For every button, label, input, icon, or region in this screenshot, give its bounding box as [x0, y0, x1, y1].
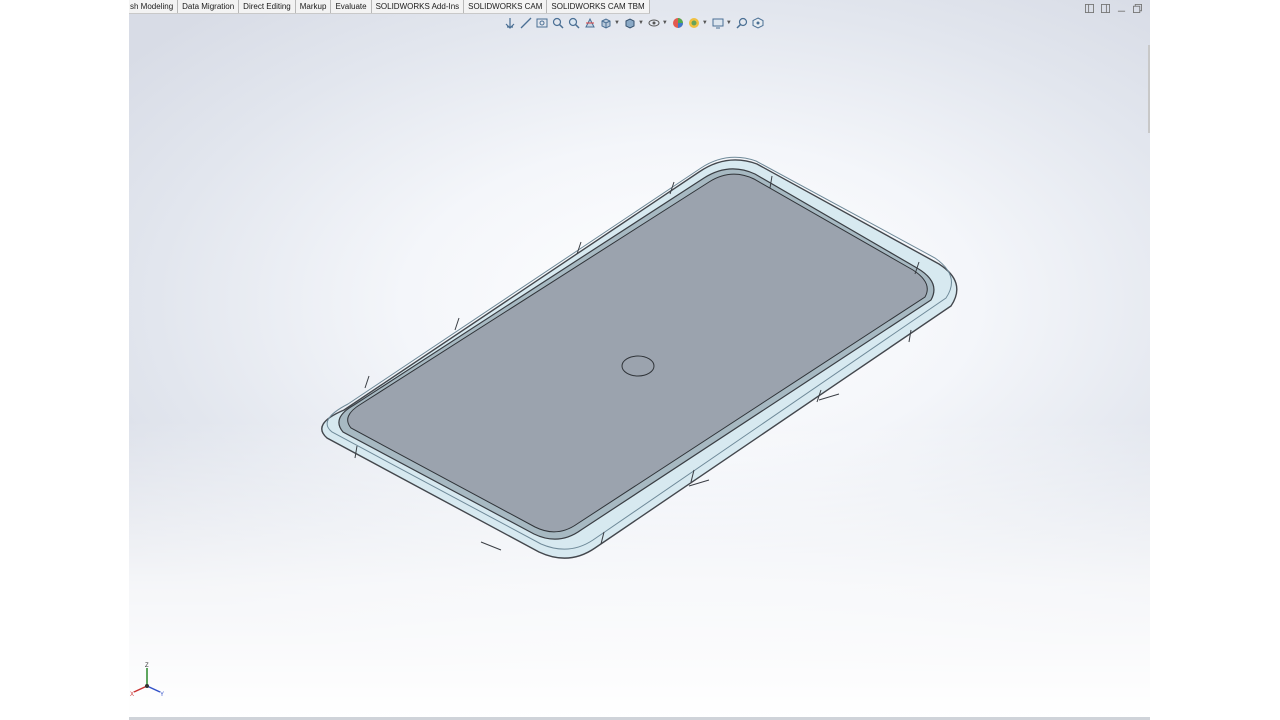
- zoom-area-icon[interactable]: [551, 16, 565, 30]
- chevron-down-icon[interactable]: ▼: [614, 20, 620, 26]
- hide-show-items-icon[interactable]: [647, 16, 661, 30]
- tab-solidworks-add-ins[interactable]: SOLIDWORKS Add-Ins: [372, 0, 465, 13]
- view-settings-icon[interactable]: [711, 16, 725, 30]
- tab-mesh-modeling[interactable]: sh Modeling: [129, 0, 179, 13]
- window-controls: [1078, 3, 1142, 13]
- restore-icon[interactable]: [1132, 3, 1142, 13]
- heads-up-view-toolbar: ▼ ▼ ▼ ▼ ▼: [503, 15, 767, 31]
- graphics-area[interactable]: sh Modeling Data Migration Direct Editin…: [129, 0, 1150, 720]
- zoom-to-fit-icon[interactable]: [535, 16, 549, 30]
- chevron-down-icon[interactable]: ▼: [702, 20, 708, 26]
- previous-view-icon[interactable]: [567, 16, 581, 30]
- tile-left-icon[interactable]: [1084, 3, 1094, 13]
- section-view-icon[interactable]: [583, 16, 597, 30]
- tab-markup[interactable]: Markup: [296, 0, 332, 13]
- chevron-down-icon[interactable]: ▼: [662, 20, 668, 26]
- tab-direct-editing[interactable]: Direct Editing: [239, 0, 296, 13]
- tray-3d-model[interactable]: [129, 0, 1150, 720]
- minimize-icon[interactable]: [1116, 3, 1126, 13]
- triad-y-label: Y: [160, 692, 164, 698]
- tab-solidworks-cam-tbm[interactable]: SOLIDWORKS CAM TBM: [547, 0, 650, 13]
- zoom-in-out-icon[interactable]: [735, 16, 749, 30]
- edit-appearance-icon[interactable]: [671, 16, 685, 30]
- chevron-down-icon[interactable]: ▼: [638, 20, 644, 26]
- anchor-icon[interactable]: [503, 16, 517, 30]
- apply-scene-icon[interactable]: [687, 16, 701, 30]
- view-orientation-icon[interactable]: [599, 16, 613, 30]
- tab-data-migration[interactable]: Data Migration: [178, 0, 240, 13]
- tab-solidworks-cam[interactable]: SOLIDWORKS CAM: [464, 0, 548, 13]
- sketch-line-icon[interactable]: [519, 16, 533, 30]
- coordinate-triad: Z X Y: [129, 660, 169, 700]
- triad-x-label: X: [130, 692, 134, 698]
- tab-evaluate[interactable]: Evaluate: [331, 0, 372, 13]
- command-manager-tabs: sh Modeling Data Migration Direct Editin…: [129, 0, 650, 14]
- vertical-scrollbar[interactable]: [1148, 45, 1150, 133]
- triad-z-label: Z: [145, 663, 149, 669]
- tile-right-icon[interactable]: [1100, 3, 1110, 13]
- display-style-icon[interactable]: [623, 16, 637, 30]
- rotate-view-icon[interactable]: [751, 16, 765, 30]
- chevron-down-icon[interactable]: ▼: [726, 20, 732, 26]
